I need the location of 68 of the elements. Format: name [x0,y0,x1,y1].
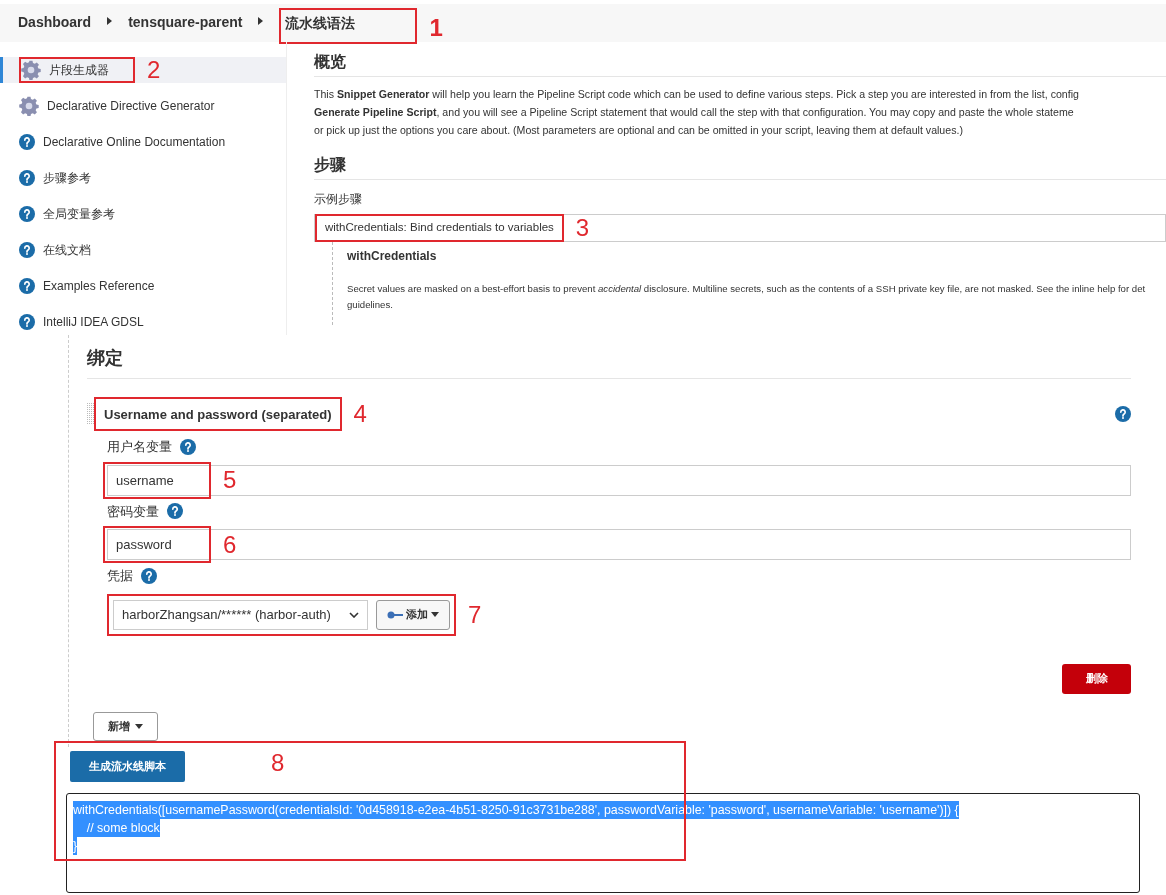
breadcrumb-link[interactable]: tensquare-parent [128,12,243,33]
help-icon[interactable] [19,134,35,150]
sidebar-item[interactable]: 片段生成器 2 [0,57,286,83]
sidebar-item[interactable]: 在线文档 [0,237,286,263]
field-label: 密码变量 [107,502,159,521]
sidebar-item[interactable]: Examples Reference [0,273,286,299]
sidebar-label: IntelliJ IDEA GDSL [43,314,144,331]
sidebar-label: 步骤参考 [43,170,91,187]
sidebar-label: Declarative Directive Generator [47,98,215,115]
generate-button[interactable]: 生成流水线脚本 [70,750,185,782]
add-button[interactable]: 新增 [93,711,158,741]
sidebar-label: 片段生成器 [49,62,109,79]
select-value: withCredentials: Bind credentials to variables [325,220,554,236]
help-icon[interactable] [167,503,183,520]
description-text: or pick up just the options you care about. (Most parameters are optional and can be omitted in your script, leaving them at default values.) [314,123,964,138]
breadcrumb-link[interactable]: Dashboard [18,12,92,33]
help-title: withCredentials [347,248,438,265]
sidebar-label: Declarative Online Documentation [43,134,226,151]
field-label: 凭据 [107,567,133,585]
description-text: This Snippet Generator will help you learn the Pipeline Script code which can be used to define various steps. Pick a step you are interested in from the list, config [314,87,1080,102]
annotation-number: 2 [147,58,161,82]
annotation-number: 6 [223,532,237,557]
sidebar-label: Examples Reference [43,278,155,295]
gear-icon [21,60,41,80]
help-text: guidelines. [347,298,394,312]
help-icon[interactable] [19,242,35,258]
annotation-number: 8 [271,751,285,775]
sidebar-label: 全局变量参考 [43,206,115,223]
section-heading: 绑定 [87,345,1131,379]
annotation-number: 3 [575,216,590,240]
breadcrumb-arrow-icon [258,17,264,25]
credentials-select[interactable]: harborZhangsan/****** (harbor-auth) [113,599,368,630]
step-select[interactable]: withCredentials: Bind credentials to variables 3 [314,214,1166,242]
breadcrumb-link[interactable]: 流水线语法 [285,15,356,31]
field-label: 示例步骤 [314,191,363,208]
sidebar-item[interactable]: Declarative Directive Generator [0,93,286,119]
help-icon[interactable] [19,206,35,222]
select-value: harborZhangsan/****** (harbor-auth) [122,605,331,624]
sidebar-item[interactable]: Declarative Online Documentation [0,129,286,155]
caret-icon [431,612,439,617]
field-label: 用户名变量 [107,438,172,456]
breadcrumb-arrow-icon [107,17,113,25]
delete-button[interactable]: 删除 [1062,663,1131,694]
help-text: Secret values are masked on a best-effort basis to prevent accidental disclosure. Multiline secrets, such as the contents of a SSH private key file, are not masked. See the inline help for det [347,282,1147,296]
caret-icon [135,723,143,729]
add-credentials-button[interactable]: 添加 [376,599,450,630]
annotation-number: 7 [468,602,482,627]
help-icon[interactable] [141,567,157,584]
chevron-down-icon [349,611,359,618]
sidebar-item[interactable]: IntelliJ IDEA GDSL [0,309,286,335]
help-icon[interactable] [180,438,196,455]
help-icon[interactable] [19,314,35,330]
sidebar-label: 在线文档 [43,242,91,259]
gear-icon [19,96,39,116]
annotation-number: 5 [223,468,237,492]
annotation-number: 4 [353,402,367,426]
sidebar-item[interactable]: 步骤参考 [0,165,286,191]
help-icon[interactable] [19,278,35,294]
section-heading: 步骤 [314,153,1166,180]
help-icon[interactable] [1115,406,1131,422]
binding-title: Username and password (separated) [104,407,332,422]
annotation-number: 1 [429,16,443,40]
drag-handle-icon[interactable] [87,403,94,425]
help-icon[interactable] [19,170,35,186]
sidebar-item[interactable]: 全局变量参考 [0,201,286,227]
key-icon [387,610,403,619]
section-heading: 概览 [314,50,1166,77]
description-text: Generate Pipeline Script, and you will see a Pipeline Script statement that would call the step with that configuration. You may copy and paste the whole stateme [314,105,1075,120]
